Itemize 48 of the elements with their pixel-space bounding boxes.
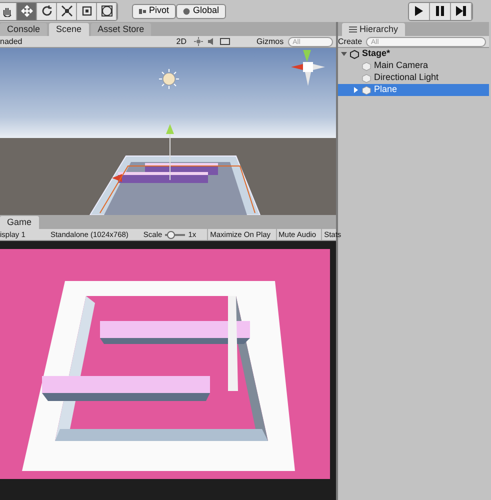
- hand-icon: [0, 5, 12, 17]
- slider-thumb[interactable]: [166, 230, 175, 238]
- pause-icon: [434, 5, 446, 17]
- playback-button[interactable]: [409, 2, 430, 20]
- panel-tab[interactable]: Hierarchy: [342, 23, 406, 36]
- transform-icon: [100, 5, 112, 17]
- sun-icon: [194, 37, 204, 46]
- gizmos-dropdown[interactable]: Gizmos: [256, 36, 284, 48]
- move-handle-icon[interactable]: [166, 124, 174, 180]
- axis-gizmo-icon[interactable]: [291, 50, 325, 86]
- expanded-arrow-icon[interactable]: [341, 51, 347, 57]
- playback-button[interactable]: [451, 2, 472, 20]
- tree-item[interactable]: Stage*: [338, 48, 489, 60]
- pivot-icon: [139, 8, 146, 14]
- tool-button[interactable]: [17, 2, 37, 20]
- play-icon: [413, 5, 425, 17]
- collapsed-arrow-icon[interactable]: [353, 87, 359, 93]
- list-icon: [349, 26, 357, 34]
- tool-button[interactable]: [77, 2, 97, 20]
- playback-button[interactable]: [430, 2, 451, 20]
- tree-item[interactable]: Directional Light: [338, 72, 489, 84]
- scale-slider[interactable]: [165, 230, 186, 238]
- panel-tab[interactable]: Scene: [49, 23, 89, 36]
- tree-label: Stage*: [362, 47, 390, 60]
- shading-dropdown[interactable]: naded: [0, 36, 22, 48]
- tool-button[interactable]: [97, 2, 117, 20]
- panel-tab[interactable]: Asset Store: [90, 23, 152, 36]
- tree-label: Plane: [374, 83, 398, 96]
- tool-button[interactable]: [57, 2, 77, 20]
- rect-icon: [80, 5, 92, 17]
- global-button[interactable]: Global: [176, 4, 226, 18]
- panel-tab[interactable]: Game: [0, 216, 39, 229]
- create-dropdown[interactable]: Create: [338, 36, 362, 48]
- tool-button[interactable]: [37, 2, 57, 20]
- tree-item[interactable]: Main Camera: [338, 60, 489, 72]
- tree-label: Main Camera: [374, 59, 428, 72]
- sun-icon: [158, 68, 180, 90]
- pivot-button[interactable]: Pivot: [132, 4, 176, 18]
- step-icon: [455, 5, 467, 17]
- move-icon: [20, 5, 32, 17]
- mode-2d-toggle[interactable]: 2D: [176, 36, 186, 48]
- globe-icon: [183, 8, 190, 14]
- tree-item[interactable]: Plane: [338, 84, 489, 96]
- panel-tab[interactable]: Console: [0, 23, 48, 36]
- tool-button[interactable]: [0, 2, 17, 20]
- scale-icon: [60, 5, 72, 17]
- tree-label: Directional Light: [374, 71, 439, 84]
- rotate-icon: [40, 5, 52, 17]
